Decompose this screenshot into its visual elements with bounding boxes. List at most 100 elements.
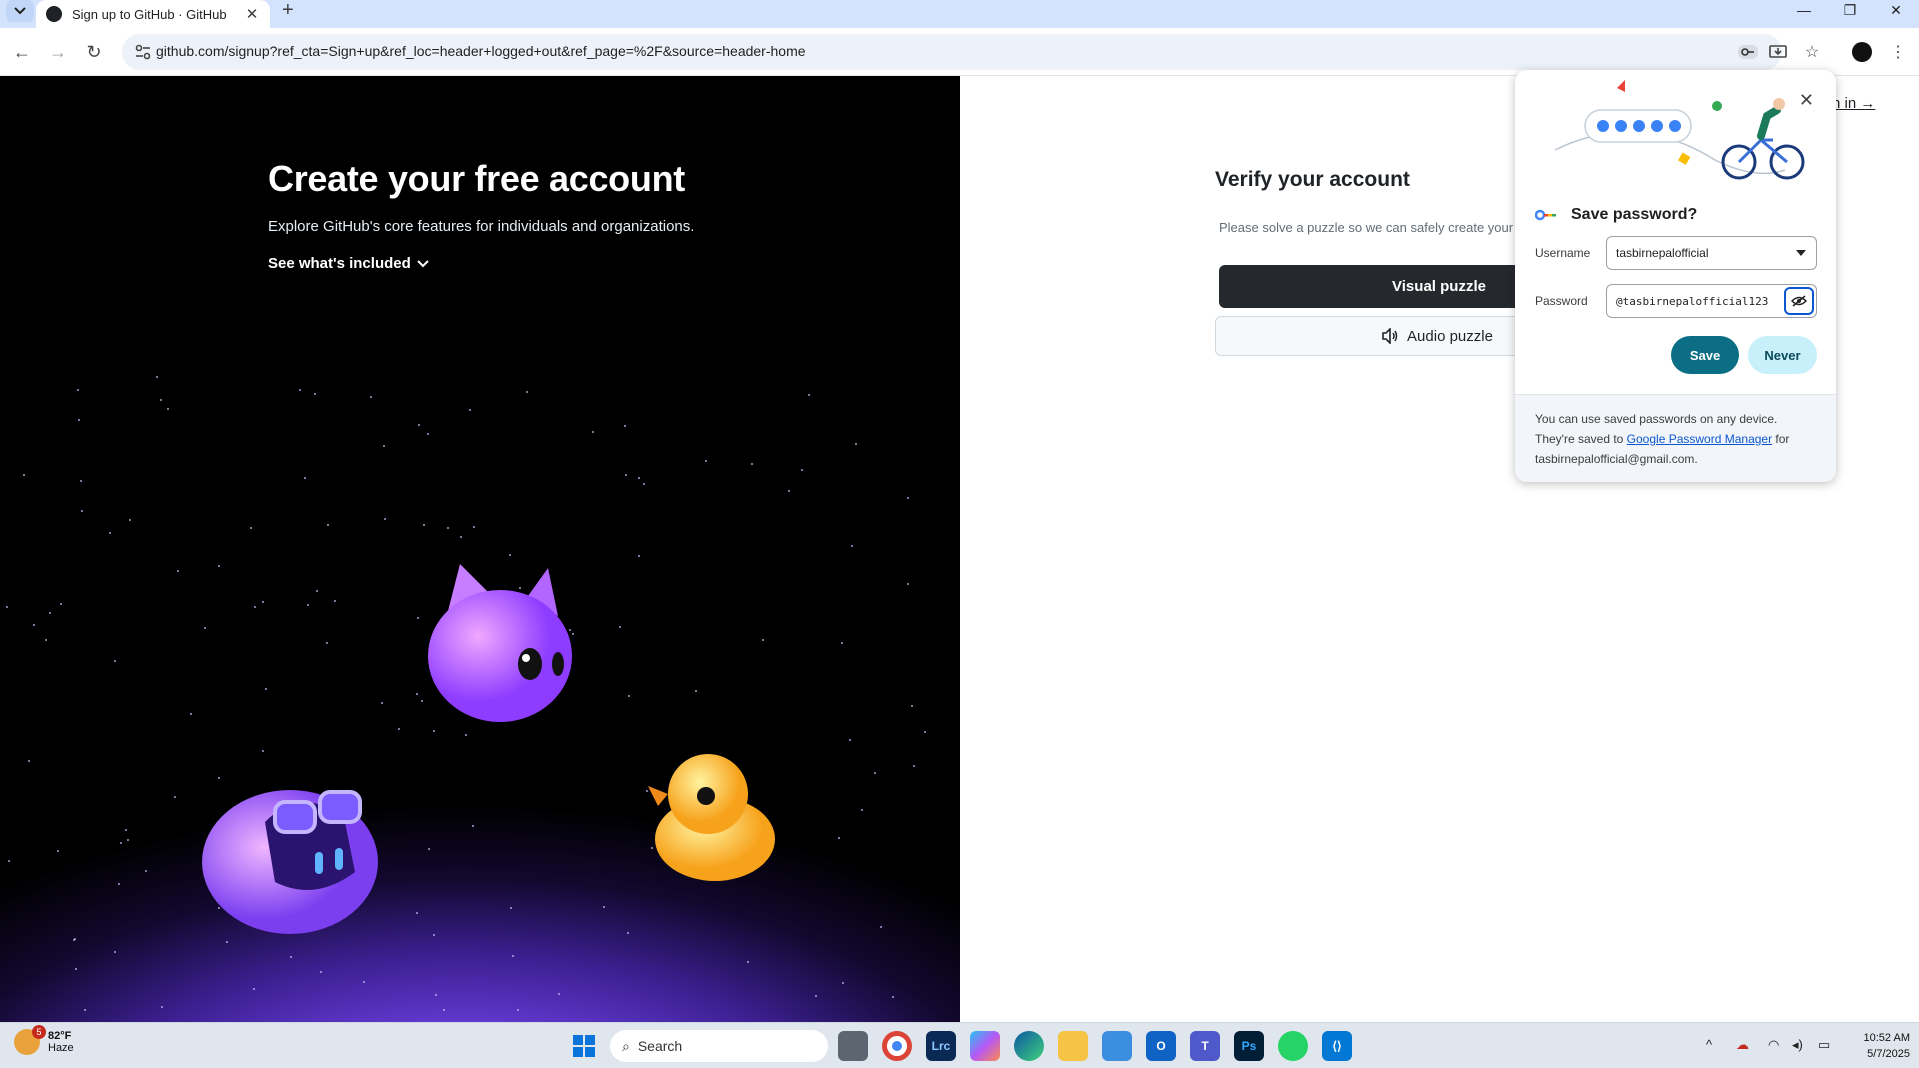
see-whats-included-button[interactable]: See what's included [268,255,429,272]
star-icon[interactable]: ☆ [1800,40,1824,64]
store-icon[interactable] [1102,1031,1132,1061]
star-dot [705,460,707,462]
vscode-icon[interactable]: ⟨⟩ [1322,1031,1352,1061]
browser-toolbar: ← → ↻ github.com/signup?ref_cta=Sign+up&… [0,28,1919,76]
audio-puzzle-label: Audio puzzle [1407,327,1493,345]
star-dot [75,968,77,970]
star-dot [747,961,749,963]
star-dot [643,483,645,485]
onedrive-icon[interactable]: ☁ [1736,1037,1749,1053]
save-button[interactable]: Save [1671,336,1739,374]
volume-icon[interactable]: ◂) [1792,1037,1803,1053]
outlook-icon[interactable]: O [1146,1031,1176,1061]
password-field[interactable]: @tasbirnepalofficial123 [1606,284,1817,318]
dropdown-caret-icon [1796,250,1806,256]
star-dot [174,796,176,798]
star-dot [855,443,857,445]
star-dot [327,524,329,526]
battery-icon[interactable]: ▭ [1818,1037,1830,1053]
star-dot [307,604,309,606]
star-dot [842,982,844,984]
tab-close-icon[interactable]: ✕ [244,5,260,23]
star-dot [254,606,256,608]
star-dot [80,480,82,482]
forward-icon[interactable]: → [46,40,70,64]
lightroom-icon[interactable]: Lrc [926,1031,956,1061]
weather-widget[interactable]: 5 82°F Haze [14,1025,74,1055]
star-dot [177,570,179,572]
star-dot [841,642,843,644]
sign-in-link[interactable]: n in → [1832,95,1875,112]
star-dot [427,433,429,435]
star-dot [638,555,640,557]
system-clock[interactable]: 10:52 AM 5/7/2025 [1840,1030,1910,1062]
minimize-icon[interactable]: — [1784,0,1824,20]
taskbar-search[interactable]: ⌕ Search [610,1030,828,1062]
star-dot [218,565,220,567]
star-dot [861,809,863,811]
tab-strip: Sign up to GitHub · GitHub ✕ + — ❐ ✕ [0,0,1919,28]
tab-github-signup[interactable]: Sign up to GitHub · GitHub ✕ [36,0,270,28]
copilot-icon[interactable] [970,1031,1000,1061]
teams-icon[interactable]: T [1190,1031,1220,1061]
star-dot [320,971,322,973]
wifi-icon[interactable]: ◠ [1768,1037,1779,1053]
star-dot [469,409,471,411]
robot-mascot-icon [202,790,378,934]
address-bar[interactable]: github.com/signup?ref_cta=Sign+up&ref_lo… [122,34,1782,70]
clock-date: 5/7/2025 [1867,1048,1910,1060]
star-dot [145,870,147,872]
star-dot [262,750,264,752]
star-dot [808,394,810,396]
back-icon[interactable]: ← [10,40,34,64]
star-dot [6,606,8,608]
star-dot [526,391,528,393]
show-hidden-icons-icon[interactable]: ^ [1706,1037,1712,1052]
star-dot [8,860,10,862]
profile-icon[interactable] [1850,40,1874,64]
star-dot [472,825,474,827]
start-icon[interactable] [569,1031,599,1061]
restore-icon[interactable]: ❐ [1830,0,1870,20]
never-button[interactable]: Never [1748,336,1817,374]
star-dot [49,612,51,614]
window-close-icon[interactable]: ✕ [1876,0,1916,20]
star-dot [314,393,316,395]
task-view-icon[interactable] [838,1031,868,1061]
weather-desc: Haze [48,1042,74,1054]
star-dot [510,907,512,909]
star-dot [762,639,764,641]
whatsapp-icon[interactable] [1278,1031,1308,1061]
star-dot [815,995,817,997]
tab-search-button[interactable] [6,0,34,22]
star-dot [57,850,59,852]
install-icon[interactable] [1766,40,1790,64]
url-text: github.com/signup?ref_cta=Sign+up&ref_lo… [156,43,806,59]
new-tab-button[interactable]: + [282,0,294,20]
star-dot [907,497,909,499]
verify-description: Please solve a puzzle so we can safely c… [1219,220,1514,235]
star-dot [190,713,192,715]
hero-panel: Create your free account Explore GitHub'… [0,76,960,1022]
star-dot [370,396,372,398]
taskbar-search-label: Search [637,1038,683,1054]
photoshop-icon[interactable]: Ps [1234,1031,1264,1061]
reload-icon[interactable]: ↻ [82,40,106,64]
star-dot [473,526,475,528]
menu-icon[interactable]: ⋮ [1886,40,1910,64]
key-icon[interactable] [1736,40,1760,64]
hide-password-icon[interactable] [1784,287,1814,315]
dialog-close-icon[interactable]: ✕ [1799,90,1814,111]
file-explorer-icon[interactable] [1058,1031,1088,1061]
google-password-manager-link[interactable]: Google Password Manager [1627,432,1772,446]
edge-icon[interactable] [1014,1031,1044,1061]
star-dot [381,702,383,704]
site-info-icon[interactable] [134,43,152,61]
star-dot [695,690,697,692]
star-dot [84,1009,86,1011]
star-dot [250,527,252,529]
search-icon: ⌕ [622,1037,630,1054]
chrome-icon[interactable] [882,1031,912,1061]
chevron-down-icon [417,259,429,267]
username-select[interactable]: tasbirnepalofficial [1606,236,1817,270]
